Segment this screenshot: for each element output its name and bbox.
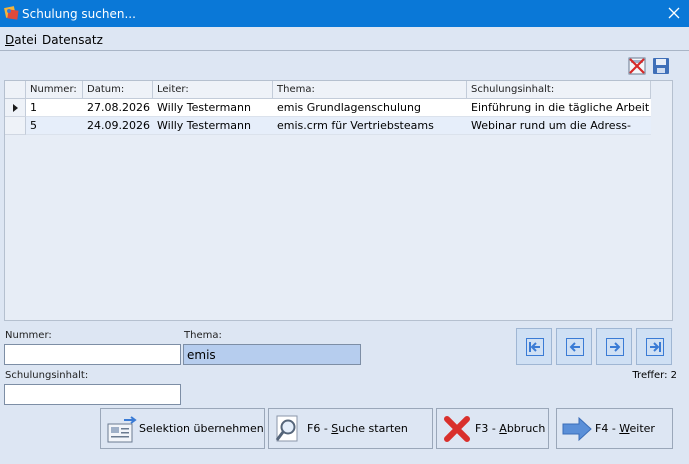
save-icon[interactable] [652, 57, 670, 75]
previous-record-button[interactable] [556, 328, 592, 365]
suche-label: F6 - Suche starten [307, 422, 408, 435]
arrow-left-icon [566, 338, 584, 356]
abbruch-label: F3 - Abbruch [475, 422, 545, 435]
weiter-label: F4 - Weiter [595, 422, 655, 435]
cell-nummer: 1 [26, 99, 83, 117]
suche-starten-button[interactable]: F6 - Suche starten [268, 408, 433, 449]
nummer-label: Nummer: [5, 330, 52, 341]
cell-leiter: Willy Testermann [153, 99, 273, 117]
weiter-label-prefix: F4 - [595, 422, 620, 435]
last-record-icon [646, 338, 664, 356]
suche-label-rest: uche starten [338, 422, 408, 435]
menu-datei-label: atei [14, 33, 38, 47]
col-header-leiter[interactable]: Leiter: [153, 81, 273, 99]
last-record-button[interactable] [636, 328, 672, 365]
menu-bar: Datei Datensatz [0, 27, 689, 51]
cell-nummer: 5 [26, 117, 83, 135]
col-header-datum[interactable]: Datum: [83, 81, 153, 99]
hit-count: Treffer: 2 [632, 370, 677, 381]
grid-corner [5, 81, 26, 99]
menu-datei[interactable]: Datei [5, 33, 37, 47]
abbruch-label-accel: A [499, 422, 507, 435]
app-icon [4, 6, 19, 20]
weiter-label-rest: eiter [629, 422, 655, 435]
col-header-schulungsinhalt[interactable]: Schulungsinhalt: [467, 81, 651, 99]
selektion-label: Selektion übernehmen [139, 422, 264, 435]
arrow-right-big-icon [562, 416, 592, 442]
current-row-arrow-icon [13, 104, 18, 112]
next-record-button[interactable] [596, 328, 632, 365]
menu-datensatz[interactable]: Datensatz [42, 33, 103, 47]
weiter-button[interactable]: F4 - Weiter [556, 408, 673, 449]
cell-datum: 27.08.2026 [83, 99, 153, 117]
row-selector[interactable] [5, 99, 26, 117]
table-row[interactable]: 1 27.08.2026 Willy Testermann emis Grund… [5, 99, 651, 117]
arrow-right-icon [606, 338, 624, 356]
menu-datei-accel: D [5, 33, 15, 47]
cell-datum: 24.09.2026 [83, 117, 153, 135]
abbruch-label-rest: bbruch [506, 422, 546, 435]
first-record-button[interactable] [516, 328, 552, 365]
selection-transfer-icon [107, 416, 137, 443]
abbruch-label-prefix: F3 - [475, 422, 500, 435]
cell-thema: emis Grundlagenschulung [273, 99, 467, 117]
cell-schulungsinhalt: Webinar rund um die Adress- [467, 117, 651, 135]
suche-label-prefix: F6 - [307, 422, 332, 435]
col-header-thema[interactable]: Thema: [273, 81, 467, 99]
cell-leiter: Willy Testermann [153, 117, 273, 135]
delete-record-icon[interactable] [628, 57, 646, 75]
first-record-icon [526, 338, 544, 356]
thema-input[interactable] [183, 344, 361, 365]
cancel-x-icon [444, 416, 470, 442]
abbruch-button[interactable]: F3 - Abbruch [436, 408, 549, 449]
weiter-label-accel: W [619, 422, 630, 435]
row-selector[interactable] [5, 117, 26, 135]
window-title: Schulung suchen... [22, 7, 136, 21]
close-icon[interactable] [659, 0, 689, 27]
table-row[interactable]: 5 24.09.2026 Willy Testermann emis.crm f… [5, 117, 651, 135]
selektion-uebernehmen-button[interactable]: Selektion übernehmen [100, 408, 265, 449]
magnifier-icon [275, 415, 298, 442]
results-grid[interactable]: Nummer: Datum: Leiter: Thema: Schulungsi… [4, 80, 673, 321]
schulungsinhalt-label: Schulungsinhalt: [5, 370, 89, 381]
schulungsinhalt-input[interactable] [4, 384, 181, 405]
col-header-nummer[interactable]: Nummer: [26, 81, 83, 99]
cell-schulungsinhalt: Einführung in die tägliche Arbeit [467, 99, 651, 117]
thema-label: Thema: [184, 330, 222, 341]
title-bar: Schulung suchen... [0, 0, 689, 27]
cell-thema: emis.crm für Vertriebsteams [273, 117, 467, 135]
nummer-input[interactable] [4, 344, 181, 365]
